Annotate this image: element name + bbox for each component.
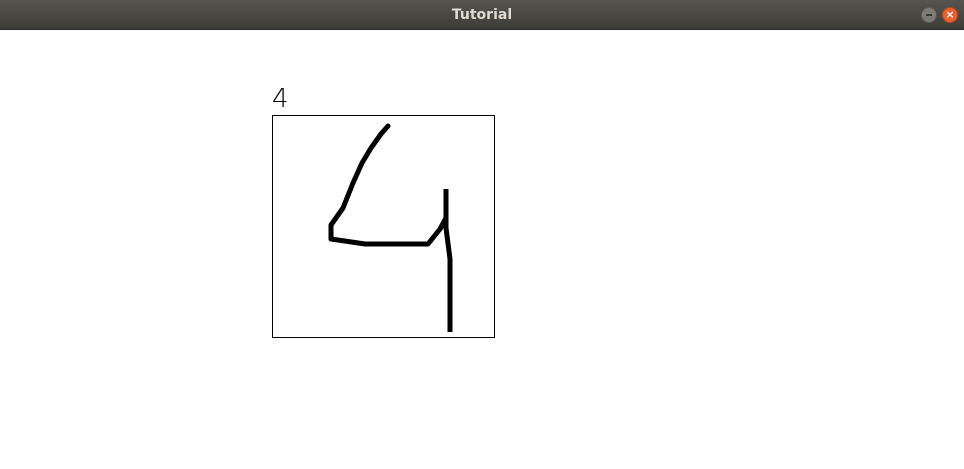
minimize-button[interactable] (921, 7, 937, 23)
digit-stroke-left (328, 123, 449, 247)
app-window: Tutorial × 4 (0, 0, 964, 469)
handwritten-digit-drawing (328, 123, 453, 332)
title-bar[interactable]: Tutorial × (0, 0, 964, 30)
close-button[interactable]: × (942, 7, 958, 23)
canvas-area: 4 (0, 30, 964, 469)
prediction-label: 4 (272, 84, 289, 114)
window-title: Tutorial (451, 7, 513, 23)
digit-stroke-right (443, 189, 453, 332)
drawing-canvas[interactable] (272, 115, 495, 338)
